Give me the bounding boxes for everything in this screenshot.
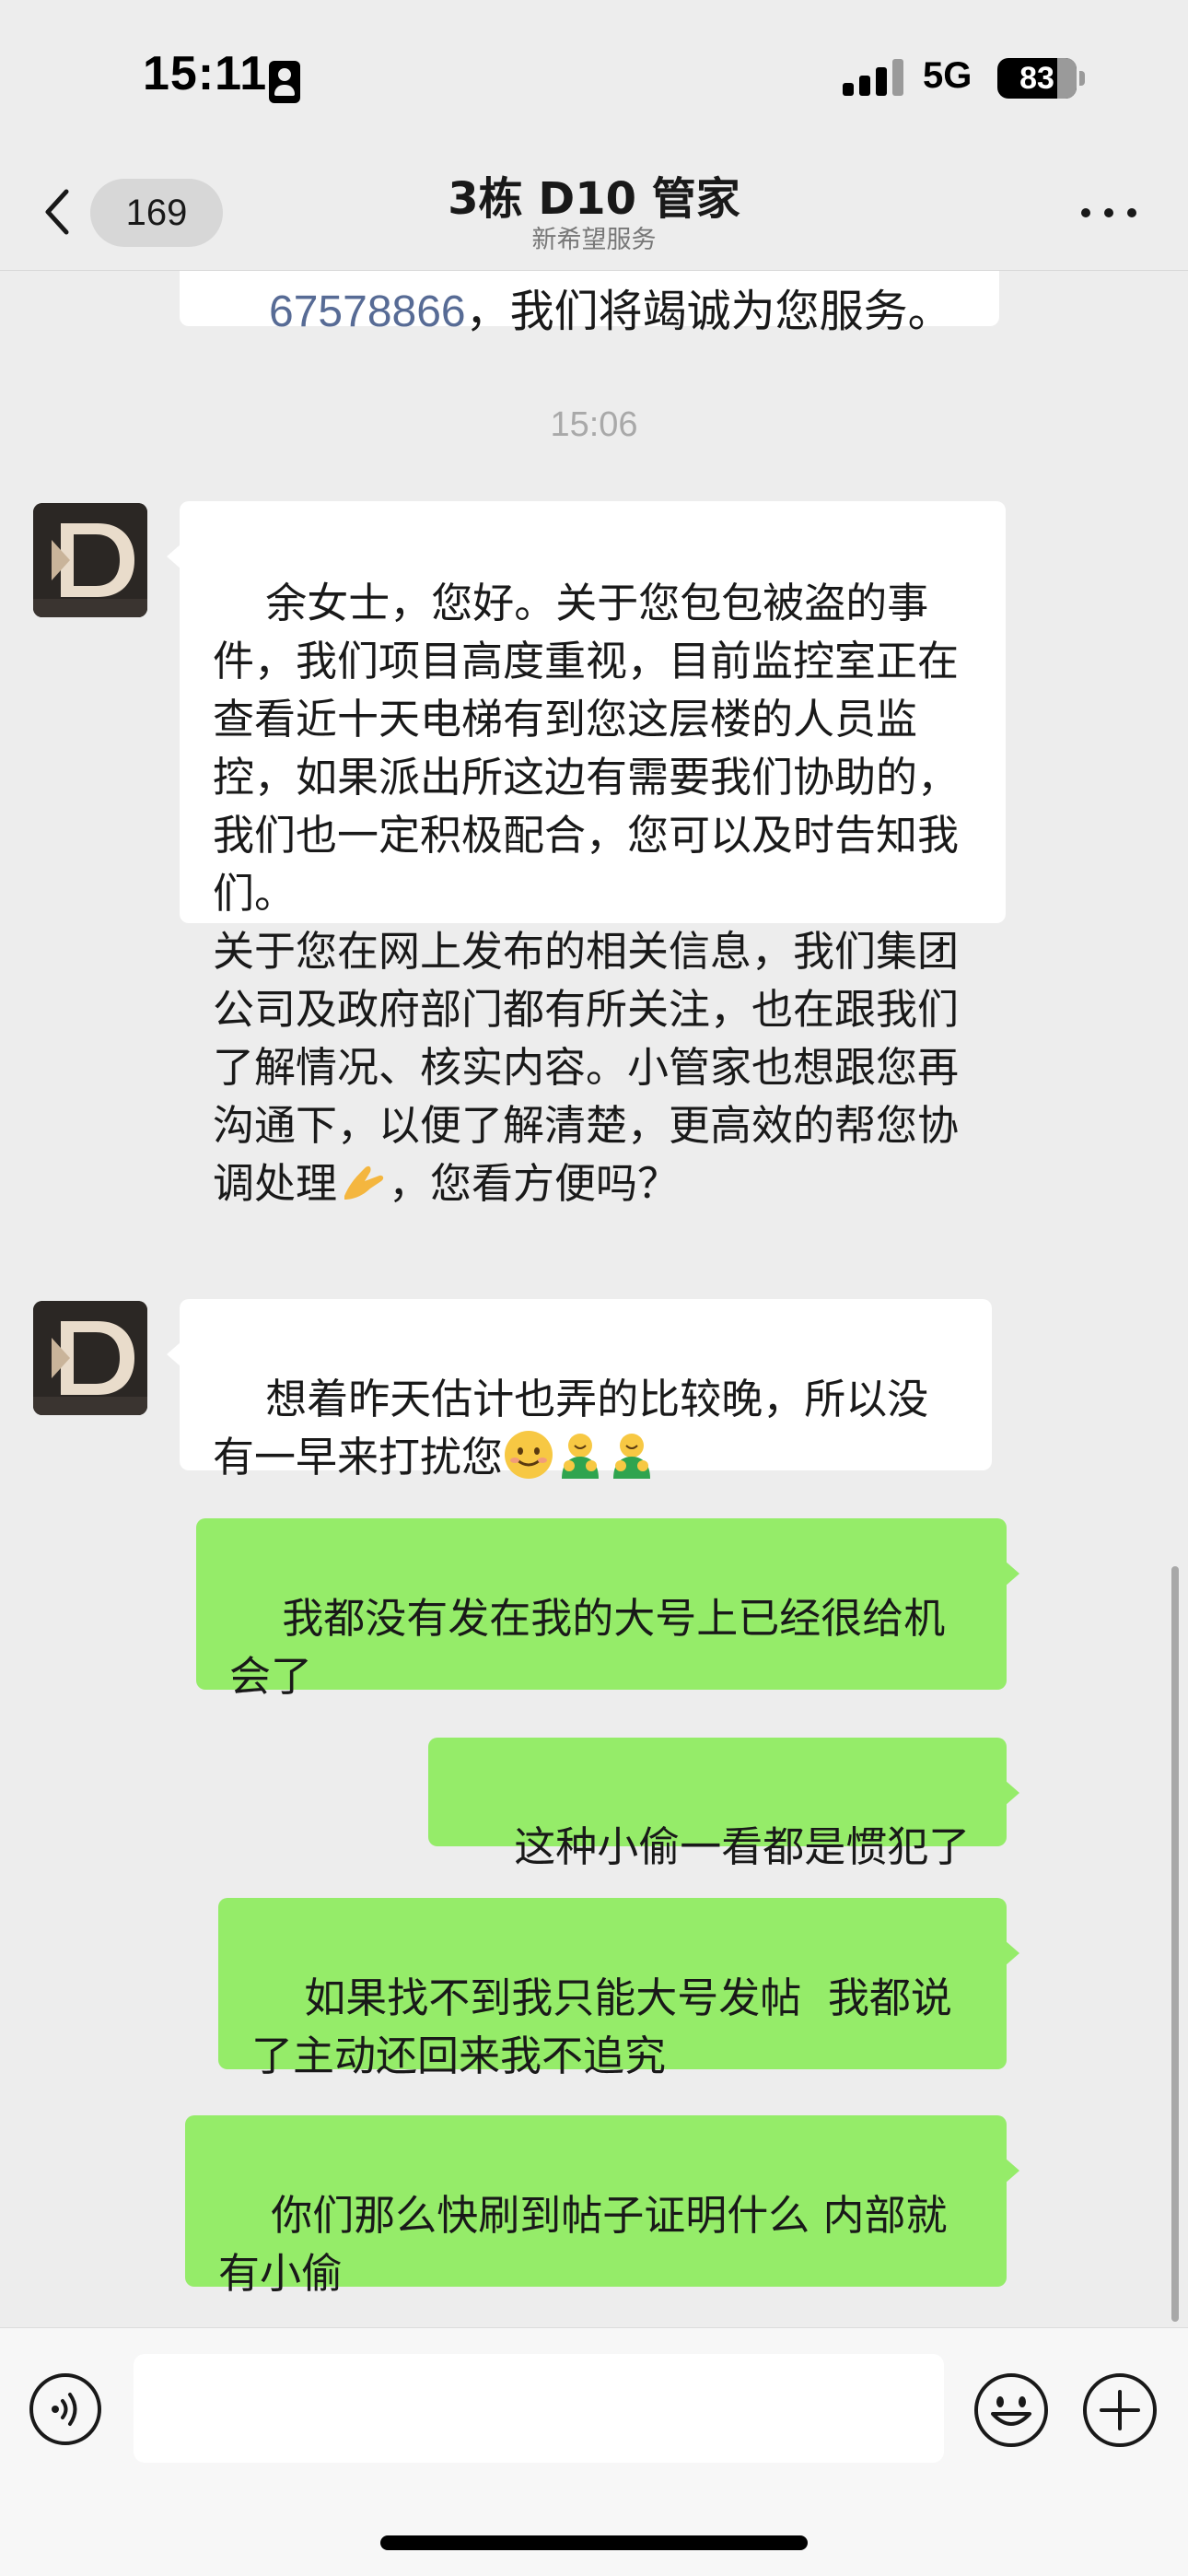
plus-circle-icon[interactable] bbox=[1081, 2371, 1159, 2449]
avatar[interactable] bbox=[33, 1301, 147, 1415]
back-button[interactable]: 169 bbox=[33, 179, 223, 247]
avatar-logo-icon bbox=[33, 503, 147, 617]
avatar-logo-icon bbox=[33, 1301, 147, 1415]
chat-subtitle: 新希望服务 bbox=[531, 226, 657, 254]
message-input[interactable] bbox=[134, 2354, 944, 2463]
message-text: 你们那么快刷到帖子证明什么 内部就有小偷 bbox=[218, 2191, 948, 2298]
cellular-signal-icon bbox=[843, 57, 903, 96]
battery-tip bbox=[1079, 71, 1085, 86]
message-bubble-sent[interactable]: 这种小偷一看都是惯犯了 bbox=[428, 1738, 1019, 1871]
smiling-face-emoji-icon bbox=[505, 1431, 553, 1479]
message-text: 余女士，您好。关于您包包被盗的事件，我们项目高度重视，目前监控室正在查看近十天电… bbox=[213, 579, 960, 1208]
chat-title: 3栋 D10 管家 bbox=[448, 173, 740, 225]
chevron-left-icon bbox=[45, 189, 69, 235]
hugging-person-emoji-icon bbox=[562, 1434, 600, 1479]
message-text: 这种小偷一看都是惯犯了 bbox=[514, 1822, 971, 1871]
home-indicator[interactable] bbox=[380, 2535, 808, 2550]
pinching-hand-emoji-icon bbox=[344, 1165, 384, 1200]
message-timestamp: 15:06 bbox=[550, 405, 638, 444]
smiley-icon[interactable] bbox=[973, 2371, 1050, 2449]
message-text: 如果找不到我只能大号发帖 我都说了主动还回来我不追究 bbox=[251, 1973, 952, 2080]
message-bubble-sent[interactable]: 如果找不到我只能大号发帖 我都说了主动还回来我不追究 bbox=[218, 1898, 1019, 2080]
phone-number-link[interactable]: 67578866 bbox=[269, 287, 466, 336]
status-time: 15:11 bbox=[143, 47, 268, 100]
battery-empty-part bbox=[1057, 58, 1077, 99]
message-bubble-received[interactable]: 想着昨天估计也弄的比较晚，所以没有一早来打扰您 bbox=[167, 1299, 992, 1481]
status-bar: 15:11 5G 83 bbox=[0, 0, 1188, 157]
message-bubble-previous[interactable]: 67578866，我们将竭诚为您服务。 bbox=[180, 271, 999, 337]
unread-count-badge: 169 bbox=[90, 179, 223, 247]
chat-header: 169 3栋 D10 管家 新希望服务 bbox=[0, 157, 1188, 271]
previous-message-text: ，我们将竭诚为您服务。 bbox=[465, 286, 952, 337]
more-options-button[interactable] bbox=[1079, 199, 1138, 227]
voice-icon[interactable] bbox=[28, 2371, 103, 2447]
network-type: 5G bbox=[923, 55, 973, 96]
message-text: 我都没有发在我的大号上已经很给机会了 bbox=[229, 1594, 946, 1701]
message-list[interactable]: 67578866，我们将竭诚为您服务。 15:06 余女士，您好。关于您包包被盗… bbox=[0, 271, 1188, 2327]
message-bubble-sent[interactable]: 我都没有发在我的大号上已经很给机会了 bbox=[196, 1518, 1019, 1701]
avatar[interactable] bbox=[33, 503, 147, 617]
screen-lock-icon bbox=[269, 61, 300, 103]
scrollbar[interactable] bbox=[1171, 1566, 1179, 2322]
more-dots-icon bbox=[1081, 208, 1090, 217]
hugging-person-emoji-icon bbox=[613, 1434, 651, 1479]
message-bubble-sent[interactable]: 你们那么快刷到帖子证明什么 内部就有小偷 bbox=[185, 2115, 1019, 2298]
message-bubble-received[interactable]: 余女士，您好。关于您包包被盗的事件，我们项目高度重视，目前监控室正在查看近十天电… bbox=[167, 501, 1006, 1208]
message-text-end: ，您看方便吗？ bbox=[389, 1159, 680, 1208]
